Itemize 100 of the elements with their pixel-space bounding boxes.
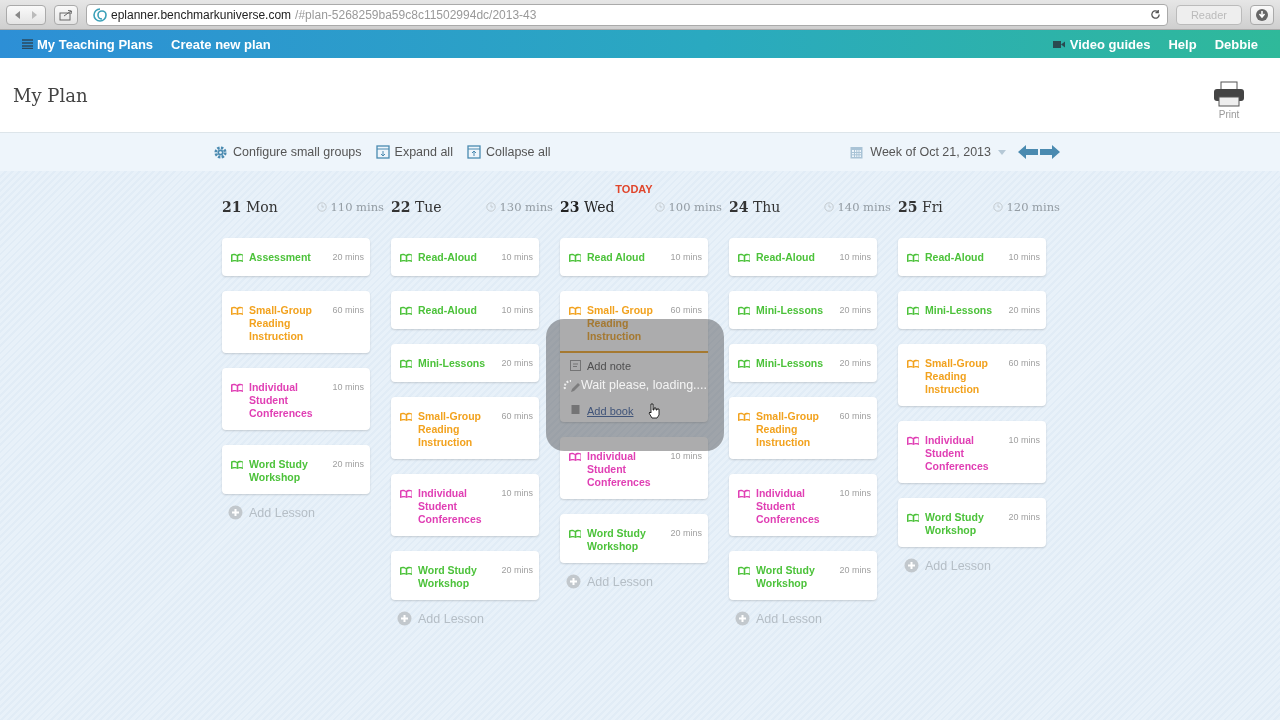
url-path: /#plan-5268259ba59c8c11502994dc/2013-43 <box>295 7 537 22</box>
lesson-card[interactable]: Read-Aloud 10 mins <box>729 238 877 276</box>
lesson-card[interactable]: Small-Group Reading Instruction 60 mins <box>729 397 877 459</box>
lesson-title: Individual Student Conferences <box>418 487 483 526</box>
reload-icon[interactable] <box>1149 9 1161 20</box>
lesson-card[interactable]: Word Study Workshop 20 mins <box>222 445 370 494</box>
day-heading: 22 Tue <box>391 199 442 215</box>
lesson-title: Small-Group Reading Instruction <box>925 357 989 396</box>
gear-icon <box>213 144 228 160</box>
lesson-title: Small-Group Reading Instruction <box>249 304 313 343</box>
toolbar-link[interactable]: Collapse all <box>466 145 551 159</box>
lesson-title: Mini-Lessons <box>756 357 825 370</box>
clock-icon <box>654 202 665 212</box>
collapse-icon <box>466 145 481 159</box>
lesson-card[interactable]: Mini-Lessons 20 mins <box>729 344 877 382</box>
lesson-minutes: 60 mins <box>1008 358 1040 368</box>
lesson-minutes: 20 mins <box>670 528 702 538</box>
back-forward-buttons[interactable] <box>6 4 46 25</box>
lesson-card[interactable]: Read-Aloud 10 mins <box>391 238 539 276</box>
lesson-title: Read Aloud <box>587 251 646 264</box>
site-icon <box>93 7 107 22</box>
lesson-title: Read-Aloud <box>418 251 478 264</box>
downloads-button[interactable] <box>1250 4 1274 25</box>
lesson-minutes: 20 mins <box>501 565 533 575</box>
plus-icon <box>397 611 412 626</box>
plus-icon <box>566 574 581 589</box>
lesson-card[interactable]: Word Study Workshop 20 mins <box>898 498 1046 547</box>
clock-icon <box>316 202 327 212</box>
video-camera-icon <box>1052 39 1065 49</box>
toolbar-link[interactable]: Expand all <box>375 145 453 159</box>
lesson-minutes: 20 mins <box>1008 512 1040 522</box>
note-icon <box>570 360 581 371</box>
lesson-minutes: 20 mins <box>332 459 364 469</box>
day-duration: 100 mins <box>654 200 722 214</box>
lesson-minutes: 10 mins <box>501 305 533 315</box>
day-duration: 120 mins <box>992 200 1060 214</box>
lesson-title: Individual Student Conferences <box>587 450 652 489</box>
lesson-card[interactable]: Mini-Lessons 20 mins <box>391 344 539 382</box>
hand-cursor-icon <box>648 403 660 419</box>
lesson-card[interactable]: Mini-Lessons 20 mins <box>898 291 1046 329</box>
lesson-title: Read-Aloud <box>418 304 478 317</box>
clock-icon <box>485 202 496 212</box>
lesson-card[interactable]: Small-Group Reading Instruction 60 mins <box>391 397 539 459</box>
lesson-minutes: 60 mins <box>839 411 871 421</box>
day-duration: 130 mins <box>485 200 553 214</box>
lesson-action-link[interactable]: Add note <box>587 359 632 372</box>
lesson-card[interactable]: Word Study Workshop 20 mins <box>729 551 877 600</box>
url-host: eplanner.benchmarkuniverse.com <box>111 7 292 22</box>
lesson-card[interactable]: Mini-Lessons 20 mins <box>729 291 877 329</box>
lesson-title: Read-Aloud <box>756 251 816 264</box>
lesson-card[interactable]: Individual Student Conferences 10 mins <box>391 474 539 536</box>
nav-link[interactable]: Create new plan <box>171 36 271 52</box>
previous-week-arrow-icon[interactable] <box>1018 145 1038 159</box>
week-dropdown[interactable]: Week of Oct 21, 2013 <box>850 145 1006 159</box>
menu-icon[interactable] <box>22 39 33 49</box>
lesson-minutes: 20 mins <box>332 252 364 262</box>
lesson-minutes: 20 mins <box>839 565 871 575</box>
caret-icon <box>998 149 1006 155</box>
lesson-title: Read-Aloud <box>925 251 985 264</box>
lesson-card[interactable]: Word Study Workshop 20 mins <box>560 514 708 563</box>
lesson-card[interactable]: Read-Aloud 10 mins <box>898 238 1046 276</box>
nav-link[interactable]: Debbie <box>1214 36 1258 52</box>
lesson-title: Individual Student Conferences <box>249 381 314 420</box>
lesson-minutes: 10 mins <box>1008 435 1040 445</box>
nav-link[interactable]: Video guides <box>1069 36 1151 52</box>
lesson-card[interactable]: Individual Student Conferences 10 mins <box>560 437 708 499</box>
nav-link[interactable]: Help <box>1168 36 1197 52</box>
next-week-arrow-icon[interactable] <box>1040 145 1060 159</box>
lesson-title: Word Study Workshop <box>249 458 309 484</box>
address-bar[interactable]: eplanner.benchmarkuniverse.com /#plan-5268259ba59c8c11502994dc/2013-43 <box>86 3 1168 26</box>
lesson-minutes: 60 mins <box>670 305 702 315</box>
lesson-card[interactable]: Individual Student Conferences 10 mins <box>222 368 370 430</box>
nav-link[interactable]: My Teaching Plans <box>37 36 154 52</box>
lesson-minutes: 10 mins <box>1008 252 1040 262</box>
lesson-title: Small-Group Reading Instruction <box>756 410 820 449</box>
lesson-card[interactable]: Word Study Workshop 20 mins <box>391 551 539 600</box>
lesson-card[interactable]: Read Aloud 10 mins <box>560 238 708 276</box>
lesson-title: Word Study Workshop <box>756 564 816 590</box>
print-button[interactable]: Print <box>1213 80 1245 120</box>
lesson-action-link[interactable]: Add book <box>587 404 634 417</box>
share-button[interactable] <box>54 4 78 25</box>
lesson-card[interactable]: Read-Aloud 10 mins <box>391 291 539 329</box>
lesson-title: Assessment <box>249 251 312 264</box>
calendar-icon <box>850 145 864 159</box>
lesson-minutes: 20 mins <box>839 305 871 315</box>
lesson-minutes: 10 mins <box>839 488 871 498</box>
lesson-card[interactable]: Individual Student Conferences 10 mins <box>729 474 877 536</box>
day-heading: 21 Mon <box>222 199 278 215</box>
lesson-card[interactable]: Individual Student Conferences 10 mins <box>898 421 1046 483</box>
lesson-minutes: 10 mins <box>839 252 871 262</box>
lesson-title: Small-Group Reading Instruction <box>418 410 482 449</box>
toolbar-link[interactable]: Configure small groups <box>213 144 362 160</box>
lesson-card[interactable]: Assessment 20 mins <box>222 238 370 276</box>
lesson-card[interactable]: Small-Group Reading Instruction 60 mins <box>222 291 370 353</box>
lesson-card[interactable]: Small-Group Reading Instruction 60 mins <box>898 344 1046 406</box>
lesson-title: Individual Student Conferences <box>756 487 821 526</box>
day-heading: 23 Wed <box>560 199 615 215</box>
lesson-title: Mini-Lessons <box>925 304 994 317</box>
day-duration: 140 mins <box>823 200 891 214</box>
pencil-icon <box>570 382 581 393</box>
